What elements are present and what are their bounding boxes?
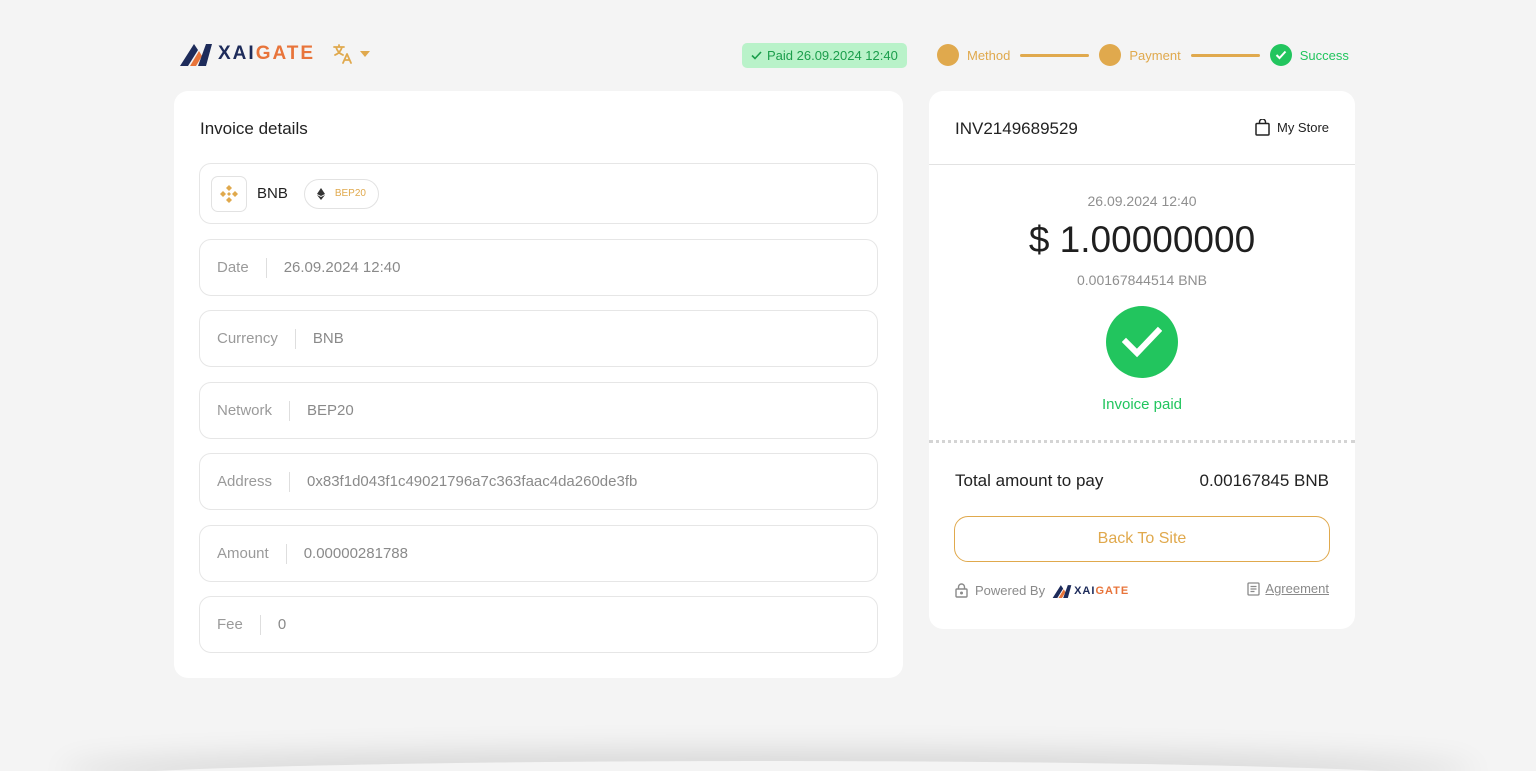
check-icon <box>1275 50 1286 60</box>
payment-amount-usd: $ 1.00000000 <box>1028 219 1256 260</box>
network-chip: BEP20 <box>303 178 379 209</box>
step-payment-dot <box>1099 44 1122 66</box>
agreement-label: Agreement <box>1265 581 1329 596</box>
invoice-paid-status: Invoice paid <box>1101 396 1183 413</box>
payment-amount-crypto: 0.00167844514 BNB <box>1077 272 1207 288</box>
field-currency: Currency BNB <box>199 310 878 367</box>
back-to-site-button[interactable]: Back To Site <box>954 516 1330 562</box>
language-selector[interactable] <box>332 43 370 65</box>
invoice-details-title: Invoice details <box>200 119 308 138</box>
field-value: 0 <box>277 616 287 633</box>
field-label: Amount <box>200 543 287 564</box>
chevron-down-icon <box>360 51 370 57</box>
invoice-details-card: Invoice details BNB BEP20 Date 26.09.202… <box>174 91 903 678</box>
step-method-dot <box>937 44 959 66</box>
total-value: 0.00167845 BNB <box>1199 471 1330 490</box>
field-label: Address <box>200 471 291 492</box>
field-value: BEP20 <box>307 402 354 419</box>
dotted-divider <box>929 440 1355 443</box>
progress-steps: Method Payment Success <box>937 43 1349 67</box>
coin-selector: BNB BEP20 <box>199 163 878 224</box>
field-fee: Fee 0 <box>199 596 878 653</box>
field-label: Network <box>200 400 291 421</box>
translate-icon <box>333 44 352 64</box>
field-value: 26.09.2024 12:40 <box>283 259 401 276</box>
bnb-icon <box>211 175 247 212</box>
field-network: Network BEP20 <box>199 382 878 439</box>
shopping-bag-icon <box>1255 119 1270 136</box>
total-label: Total amount to pay <box>955 471 1104 490</box>
powered-by-label: Powered By <box>975 583 1046 598</box>
bottom-shadow <box>60 761 1476 771</box>
check-icon <box>751 51 762 60</box>
payment-date: 26.09.2024 12:40 <box>1087 193 1197 209</box>
xaigate-logo-mark-icon <box>1052 584 1072 598</box>
field-value: BNB <box>312 330 344 347</box>
field-address[interactable]: Address 0x83f1d043f1c49021796a7c363faac4… <box>199 453 878 510</box>
xaigate-logo-mark-icon <box>180 44 212 66</box>
field-label: Currency <box>200 328 296 349</box>
step-connector <box>1190 53 1260 57</box>
agreement-link[interactable]: Agreement <box>1247 581 1329 596</box>
field-label: Date <box>200 257 267 278</box>
step-success-label: Success <box>1299 47 1349 63</box>
step-success-dot <box>1269 44 1292 66</box>
paid-badge-text: Paid 26.09.2024 12:40 <box>767 48 898 63</box>
network-chip-label: BEP20 <box>334 188 366 199</box>
lock-icon <box>955 583 968 598</box>
ethereum-icon <box>316 187 325 200</box>
powered-by: Powered By XAIGATE <box>955 583 1129 598</box>
paid-status-badge: Paid 26.09.2024 12:40 <box>742 43 907 68</box>
field-value: 0.00000281788 <box>303 545 408 562</box>
field-value[interactable]: 0x83f1d043f1c49021796a7c363faac4da260de3… <box>290 473 637 490</box>
field-amount: Amount 0.00000281788 <box>199 525 878 582</box>
xaigate-mini-logo[interactable]: XAIGATE <box>1052 584 1129 598</box>
xaigate-logo[interactable]: XAIGATE <box>180 40 315 68</box>
invoice-id: INV2149689529 <box>955 119 1078 138</box>
field-date: Date 26.09.2024 12:40 <box>199 239 878 296</box>
store-label: My Store <box>1276 120 1329 135</box>
header: XAIGATE Paid 26.09.2024 12:40 Method Pay… <box>180 38 1356 72</box>
divider <box>929 164 1355 165</box>
coin-name: BNB <box>257 185 288 202</box>
success-check-icon <box>1106 306 1178 378</box>
step-payment-label: Payment <box>1129 47 1181 63</box>
payment-summary-card: INV2149689529 My Store 26.09.2024 12:40 … <box>929 91 1355 629</box>
store-link[interactable]: My Store <box>1255 119 1329 136</box>
step-method-label: Method <box>967 47 1011 63</box>
field-label: Fee <box>200 614 261 635</box>
document-icon <box>1247 581 1261 596</box>
logo-text: XAIGATE <box>218 43 316 64</box>
step-connector <box>1020 53 1090 57</box>
